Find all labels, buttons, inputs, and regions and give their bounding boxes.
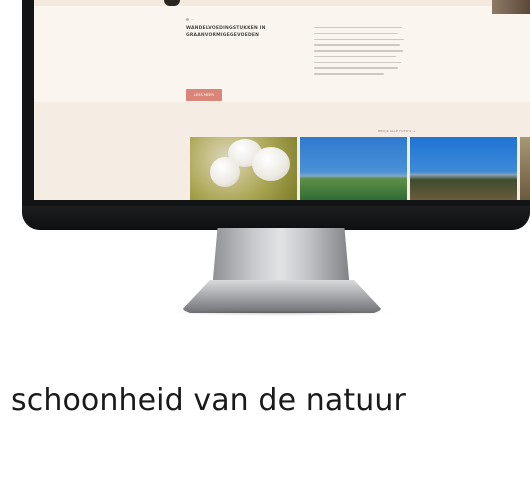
meta-text: — <box>191 17 195 21</box>
photo-field[interactable] <box>300 137 407 200</box>
text-line <box>314 67 398 69</box>
website-cta-button[interactable]: LEES MEER <box>186 89 222 101</box>
cotton-boll <box>210 157 240 187</box>
cotton-boll <box>252 147 290 181</box>
meta-dot-icon <box>186 17 189 21</box>
page: — WANDELVOEDINGSTUKKEN IN GRAANVORMIGEGE… <box>0 0 530 488</box>
text-line <box>314 38 404 40</box>
website-corner-image <box>492 0 530 14</box>
text-line <box>314 50 403 52</box>
website-meta: — <box>186 17 194 21</box>
monitor-screen: — WANDELVOEDINGSTUKKEN IN GRAANVORMIGEGE… <box>34 0 530 200</box>
text-line <box>314 32 398 35</box>
photo-cotton[interactable] <box>190 137 297 200</box>
website-more-link[interactable]: BEKIJK ALLE FOTO'S → <box>378 129 415 133</box>
photo-field[interactable] <box>410 137 517 200</box>
website-article-title: WANDELVOEDINGSTUKKEN IN GRAANVORMIGEGEVO… <box>186 26 266 38</box>
website-topbar <box>34 0 530 6</box>
monitor-chin <box>22 206 530 230</box>
monitor-stand-base <box>182 280 382 313</box>
photo-partial <box>520 137 530 200</box>
website-body-text <box>314 27 404 79</box>
text-line <box>314 61 401 64</box>
website-photo-strip <box>190 137 530 200</box>
monitor-stand-shadow <box>170 310 394 316</box>
website-hero-section: — WANDELVOEDINGSTUKKEN IN GRAANVORMIGEGE… <box>34 0 530 102</box>
text-line <box>314 44 400 46</box>
text-line <box>314 27 402 29</box>
text-line <box>314 73 384 75</box>
caption-text: schoonheid van de natuur <box>11 383 406 418</box>
monitor: — WANDELVOEDINGSTUKKEN IN GRAANVORMIGEGE… <box>22 0 530 230</box>
text-line <box>314 55 396 58</box>
